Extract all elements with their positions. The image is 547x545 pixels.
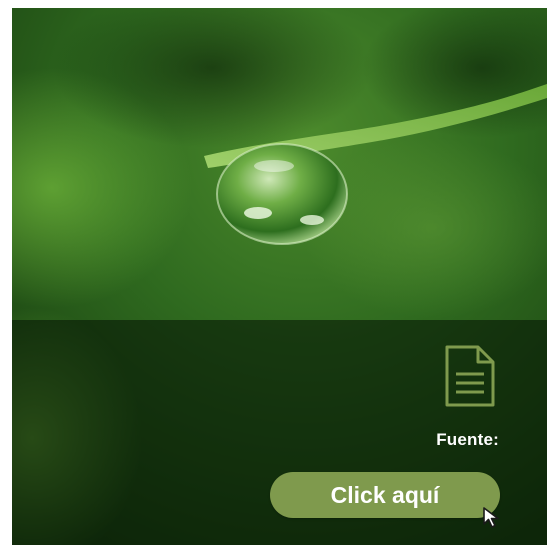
click-here-button[interactable]: Click aquí bbox=[270, 472, 500, 518]
content-card: Fuente: Click aquí bbox=[12, 8, 547, 545]
source-label: Fuente: bbox=[436, 430, 499, 449]
pointer-cursor-icon bbox=[483, 507, 499, 528]
document-icon[interactable] bbox=[444, 344, 496, 408]
